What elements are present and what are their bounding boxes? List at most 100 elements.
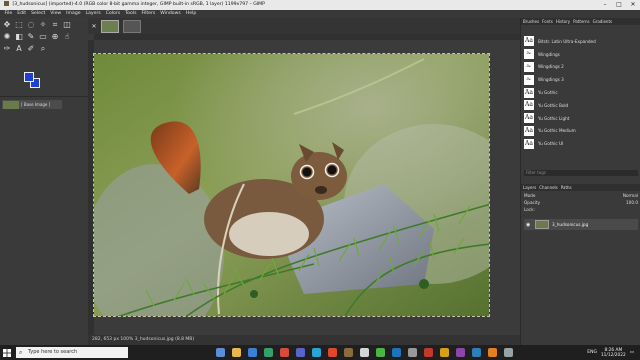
menu-layers[interactable]: Layers: [83, 10, 103, 18]
menu-select[interactable]: Select: [29, 10, 48, 18]
taskbar-app-icon[interactable]: [312, 348, 321, 357]
tab-fonts[interactable]: Fonts: [542, 18, 553, 25]
horizontal-ruler[interactable]: [94, 34, 520, 40]
eraser-icon[interactable]: ▭: [38, 32, 48, 42]
font-preview: ✁: [524, 49, 534, 60]
taskbar-app-icon[interactable]: [440, 348, 449, 357]
taskbar-app-icon[interactable]: [392, 348, 401, 357]
menu-windows[interactable]: Windows: [158, 10, 184, 18]
start-button[interactable]: [0, 345, 14, 360]
taskbar-app-icon[interactable]: [296, 348, 305, 357]
opacity-value[interactable]: 100.0: [626, 199, 638, 206]
maximize-button[interactable]: □: [612, 0, 626, 10]
tab-gradients[interactable]: Gradients: [593, 18, 613, 25]
clone-icon[interactable]: ⊕: [50, 32, 60, 42]
rect-select-icon[interactable]: ⬚: [14, 20, 24, 30]
fill-icon[interactable]: ◧: [14, 32, 24, 42]
tab-close-icon[interactable]: ✕: [91, 23, 97, 30]
toolbox: ✥ ⬚ ◌ ✧ ⌗ ◫ ✺ ◧ ✎ ▭ ⊕ ☝ ✑ A ✐ ⌕: [0, 18, 88, 96]
image-tab-active[interactable]: [101, 19, 119, 33]
mode-select[interactable]: Normal: [623, 192, 638, 199]
font-item[interactable]: ✁ Wingdings 2: [521, 61, 640, 74]
tab-brushes[interactable]: Brushes: [523, 18, 539, 25]
taskbar-app-icon[interactable]: [248, 348, 257, 357]
photo-art: [94, 54, 489, 316]
move-tool-icon[interactable]: ✥: [2, 20, 12, 30]
language-indicator[interactable]: ENG: [587, 350, 597, 355]
text-icon[interactable]: A: [14, 44, 24, 54]
taskbar-app-icon[interactable]: [376, 348, 385, 357]
font-item[interactable]: Aa Yu Gothic: [521, 86, 640, 99]
fuzzy-select-icon[interactable]: ✧: [38, 20, 48, 30]
taskbar-app-icon[interactable]: [216, 348, 225, 357]
image-tab[interactable]: [123, 19, 141, 33]
font-item[interactable]: Aa Yu Gothic UI: [521, 137, 640, 150]
warp-icon[interactable]: ✺: [2, 32, 12, 42]
tab-patterns[interactable]: Patterns: [573, 18, 589, 25]
minimize-button[interactable]: –: [598, 0, 612, 10]
crop-icon[interactable]: ⌗: [50, 20, 60, 30]
menu-edit[interactable]: Edit: [15, 10, 29, 18]
color-swatches[interactable]: [24, 72, 42, 88]
image-list-item[interactable]: [ Base Image ]: [2, 100, 62, 109]
taskbar-app-icon[interactable]: [472, 348, 481, 357]
color-picker-icon[interactable]: ✐: [26, 44, 36, 54]
layer-row[interactable]: ◉ 3_hudsonicus.jpg: [524, 219, 638, 230]
taskbar-app-icon[interactable]: [344, 348, 353, 357]
font-item[interactable]: Aa Yu Gothic Medium: [521, 125, 640, 138]
font-preview: Aa: [524, 36, 534, 47]
taskbar-app-icon[interactable]: [360, 348, 369, 357]
clock[interactable]: 8:26 AM 11/12/2022: [601, 348, 626, 358]
squirrel-photo[interactable]: [93, 53, 490, 317]
mode-row[interactable]: Mode Normal: [521, 192, 640, 199]
close-button[interactable]: ✕: [626, 0, 640, 10]
taskbar-app-icon[interactable]: [488, 348, 497, 357]
eye-icon[interactable]: ◉: [526, 222, 532, 228]
font-name: Wingdings 2: [538, 64, 564, 70]
font-item[interactable]: ✁ Wingdings: [521, 48, 640, 61]
font-name: Bitstr. Latin Ultra-Expanded: [538, 38, 596, 44]
taskbar-app-icon[interactable]: [328, 348, 337, 357]
menu-help[interactable]: Help: [183, 10, 198, 18]
font-item[interactable]: Aa Yu Gothic Light: [521, 112, 640, 125]
layers-panel: Mode Normal Opacity 100.0 Lock: ◉ 3_huds…: [521, 192, 640, 345]
lasso-icon[interactable]: ◌: [26, 20, 36, 30]
menu-filters[interactable]: Filters: [139, 10, 158, 18]
taskbar-app-icon[interactable]: [456, 348, 465, 357]
foreground-color[interactable]: [24, 72, 34, 82]
tab-channels[interactable]: Channels: [539, 184, 558, 191]
taskbar-app-icon[interactable]: [424, 348, 433, 357]
tab-layers[interactable]: Layers: [523, 184, 536, 191]
paintbrush-icon[interactable]: ✎: [26, 32, 36, 42]
menu-tools[interactable]: Tools: [123, 10, 139, 18]
path-icon[interactable]: ✑: [2, 44, 12, 54]
menu-colors[interactable]: Colors: [103, 10, 122, 18]
smudge-icon[interactable]: ☝: [62, 32, 72, 42]
menu-view[interactable]: View: [48, 10, 64, 18]
zoom-icon[interactable]: ⌕: [38, 44, 48, 54]
taskbar-app-icon[interactable]: [280, 348, 289, 357]
tab-paths[interactable]: Paths: [561, 184, 572, 191]
notifications-icon[interactable]: ▭: [630, 350, 634, 355]
taskbar-app-icon[interactable]: [408, 348, 417, 357]
taskbar-search-input[interactable]: ⌕ Type here to search: [16, 347, 128, 358]
font-item[interactable]: ✁ Wingdings 3: [521, 73, 640, 86]
font-name: Yu Gothic Bold: [538, 102, 569, 108]
font-filter-input[interactable]: Filter tags: [524, 170, 638, 176]
font-item[interactable]: Aa Yu Gothic Bold: [521, 99, 640, 112]
search-placeholder: Type here to search: [28, 349, 78, 355]
menu-image[interactable]: Image: [64, 10, 83, 18]
lock-row: Lock:: [521, 206, 640, 213]
taskbar-app-icon[interactable]: [232, 348, 241, 357]
opacity-row[interactable]: Opacity 100.0: [521, 199, 640, 206]
taskbar-app-icon[interactable]: [504, 348, 513, 357]
transform-icon[interactable]: ◫: [62, 20, 72, 30]
font-preview: ✁: [524, 74, 534, 85]
tab-history[interactable]: History: [556, 18, 570, 25]
font-name: Yu Gothic Medium: [538, 128, 576, 134]
font-item[interactable]: Aa Bitstr. Latin Ultra-Expanded: [521, 35, 640, 48]
menu-file[interactable]: File: [2, 10, 15, 18]
images-panel: [ Base Image ]: [0, 96, 88, 345]
taskbar-app-icon[interactable]: [264, 348, 273, 357]
font-preview: Aa: [524, 138, 534, 149]
